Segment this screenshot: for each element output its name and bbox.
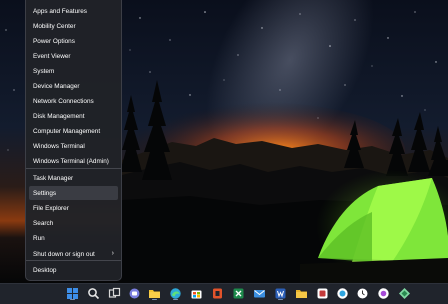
menu-item-label: Disk Management — [33, 112, 85, 120]
app-icon[interactable] — [316, 287, 329, 300]
menu-item-label: Settings — [33, 189, 57, 197]
clock-icon[interactable] — [356, 287, 369, 300]
menu-item-label: Desktop — [33, 266, 57, 274]
search-icon[interactable] — [87, 287, 100, 300]
running-indicator — [70, 298, 75, 300]
menu-item-power-options[interactable]: Power Options — [29, 34, 118, 48]
maps-icon[interactable] — [398, 287, 411, 300]
task-view-icon[interactable] — [108, 287, 121, 300]
menu-item-shut-down-or-sign-out[interactable]: Shut down or sign out › — [29, 247, 118, 261]
running-indicator — [152, 298, 157, 300]
menu-item-label: Event Viewer — [33, 52, 71, 60]
running-indicator — [173, 298, 178, 300]
excel-icon[interactable] — [232, 287, 245, 300]
menu-item-computer-management[interactable]: Computer Management — [29, 124, 118, 138]
menu-item-search[interactable]: Search — [29, 216, 118, 230]
file-explorer-icon[interactable] — [148, 287, 161, 300]
menu-item-task-manager[interactable]: Task Manager — [29, 171, 118, 185]
menu-item-device-manager[interactable]: Device Manager — [29, 79, 118, 93]
menu-item-label: Apps and Features — [33, 7, 87, 15]
app-icon-2[interactable] — [377, 287, 390, 300]
chat-icon[interactable] — [128, 287, 141, 300]
menu-item-label: Computer Management — [33, 127, 101, 135]
running-indicator — [278, 298, 283, 300]
menu-item-label: Network Connections — [33, 97, 94, 105]
menu-item-file-explorer[interactable]: File Explorer — [29, 201, 118, 215]
chevron-right-icon: › — [111, 250, 114, 257]
menu-item-windows-terminal[interactable]: Windows Terminal — [29, 139, 118, 153]
menu-item-label: Mobility Center — [33, 22, 76, 30]
word-icon[interactable] — [274, 287, 287, 300]
folder-icon[interactable] — [295, 287, 308, 300]
menu-item-apps-and-features[interactable]: Apps and Features — [29, 4, 118, 18]
menu-divider — [26, 168, 121, 169]
menu-item-disk-management[interactable]: Disk Management — [29, 109, 118, 123]
menu-item-run[interactable]: Run — [29, 231, 118, 245]
menu-item-label: Run — [33, 234, 45, 242]
menu-item-label: Shut down or sign out — [33, 250, 95, 258]
menu-item-windows-terminal-admin[interactable]: Windows Terminal (Admin) — [29, 154, 118, 168]
store-icon[interactable] — [190, 287, 203, 300]
menu-item-label: System — [33, 67, 55, 75]
menu-item-label: Task Manager — [33, 174, 74, 182]
photos-icon[interactable] — [336, 287, 349, 300]
start-icon[interactable] — [66, 287, 79, 300]
menu-item-desktop[interactable]: Desktop — [29, 263, 118, 277]
menu-item-mobility-center[interactable]: Mobility Center — [29, 19, 118, 33]
taskbar — [0, 283, 448, 304]
menu-item-event-viewer[interactable]: Event Viewer — [29, 49, 118, 63]
winx-quick-link-menu: Apps and Features Mobility Center Power Op… — [25, 0, 122, 281]
menu-item-network-connections[interactable]: Network Connections — [29, 94, 118, 108]
menu-divider — [26, 260, 121, 261]
menu-item-system[interactable]: System — [29, 64, 118, 78]
mail-icon[interactable] — [253, 287, 266, 300]
menu-item-label: Windows Terminal (Admin) — [33, 157, 109, 165]
menu-item-settings[interactable]: Settings — [29, 186, 118, 200]
menu-item-label: Windows Terminal — [33, 142, 85, 150]
office-icon[interactable] — [211, 287, 224, 300]
menu-item-label: Power Options — [33, 37, 75, 45]
menu-item-label: Device Manager — [33, 82, 80, 90]
edge-icon[interactable] — [169, 287, 182, 300]
menu-item-label: Search — [33, 219, 54, 227]
menu-item-label: File Explorer — [33, 204, 69, 212]
